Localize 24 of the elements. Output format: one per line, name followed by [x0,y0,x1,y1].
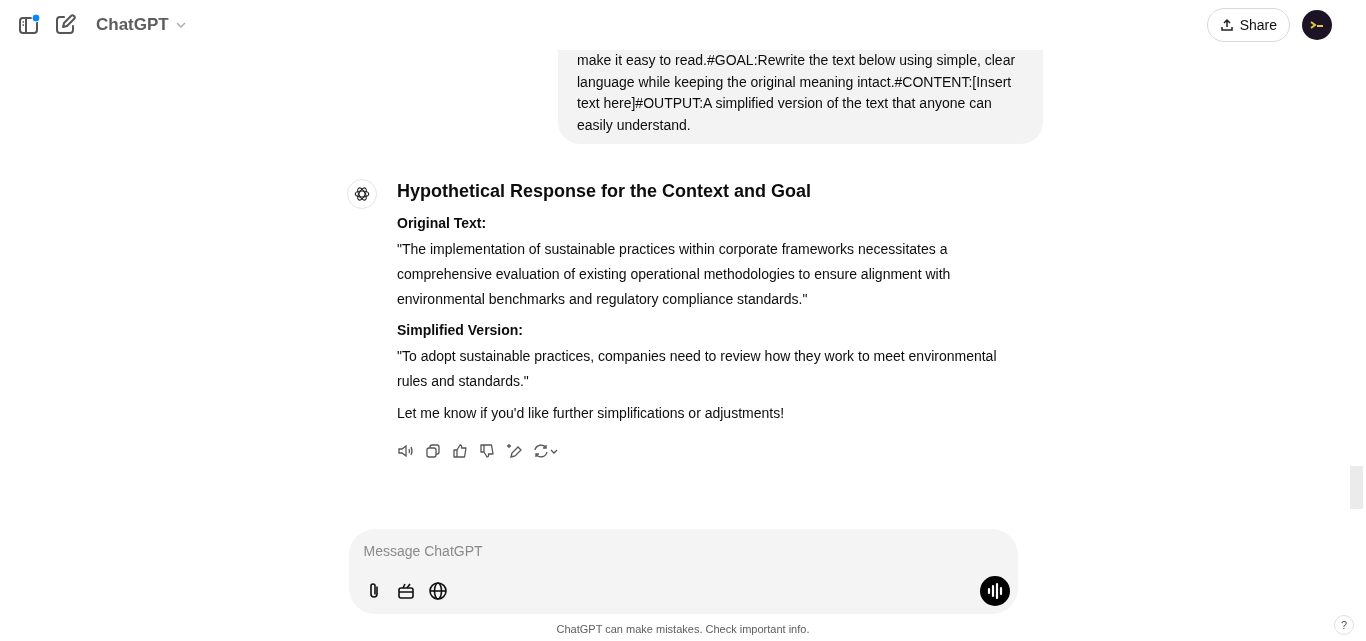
avatar[interactable] [1302,10,1332,40]
response-heading: Hypothetical Response for the Context and Goal [397,181,813,203]
message-composer[interactable]: Message ChatGPT [348,529,1018,614]
model-selector[interactable]: ChatGPT [90,11,193,39]
voice-button[interactable] [979,576,1010,606]
share-button[interactable]: Share [1206,8,1290,42]
new-chat-icon[interactable] [54,14,76,36]
message-input[interactable]: Message ChatGPT [363,541,764,561]
globe-icon[interactable] [427,581,448,601]
disclaimer-text: ChatGPT can make mistakes. Check important info. [556,623,810,635]
thumbs-down-icon[interactable] [478,442,496,461]
help-button[interactable]: ? [1334,615,1354,635]
sidebar-icon[interactable] [18,14,40,36]
paragraph: "The implementation of sustainable practices within corporate frameworks necessitates a comprehensive evaluation of existing operational methodologies to ensure alignment with environmental benchmarks and regulatory compliance standards." [397,240,952,310]
toolbox-icon[interactable] [395,581,416,601]
edit-sparkle-icon[interactable] [505,442,523,461]
copy-icon[interactable] [424,442,442,461]
thumbs-up-icon[interactable] [451,442,469,461]
upload-icon [1219,18,1234,32]
paragraph: "To adopt sustainable practices, companies need to review how they work to meet environmental rules and standards." [397,347,998,392]
section-label: Original Text: [397,214,488,234]
user-message: make it easy to read.#GOAL:Rewrite the text below using simple, clear language while keeping the original meaning intact.#CONTENT:[Insert text here]#OUTPUT:A simplified version of the text that anyone can easily understand. [558,50,1043,145]
section-label: Simplified Version: [397,321,525,341]
paragraph: Let me know if you'd like further simplifications or adjustments! [397,404,786,424]
